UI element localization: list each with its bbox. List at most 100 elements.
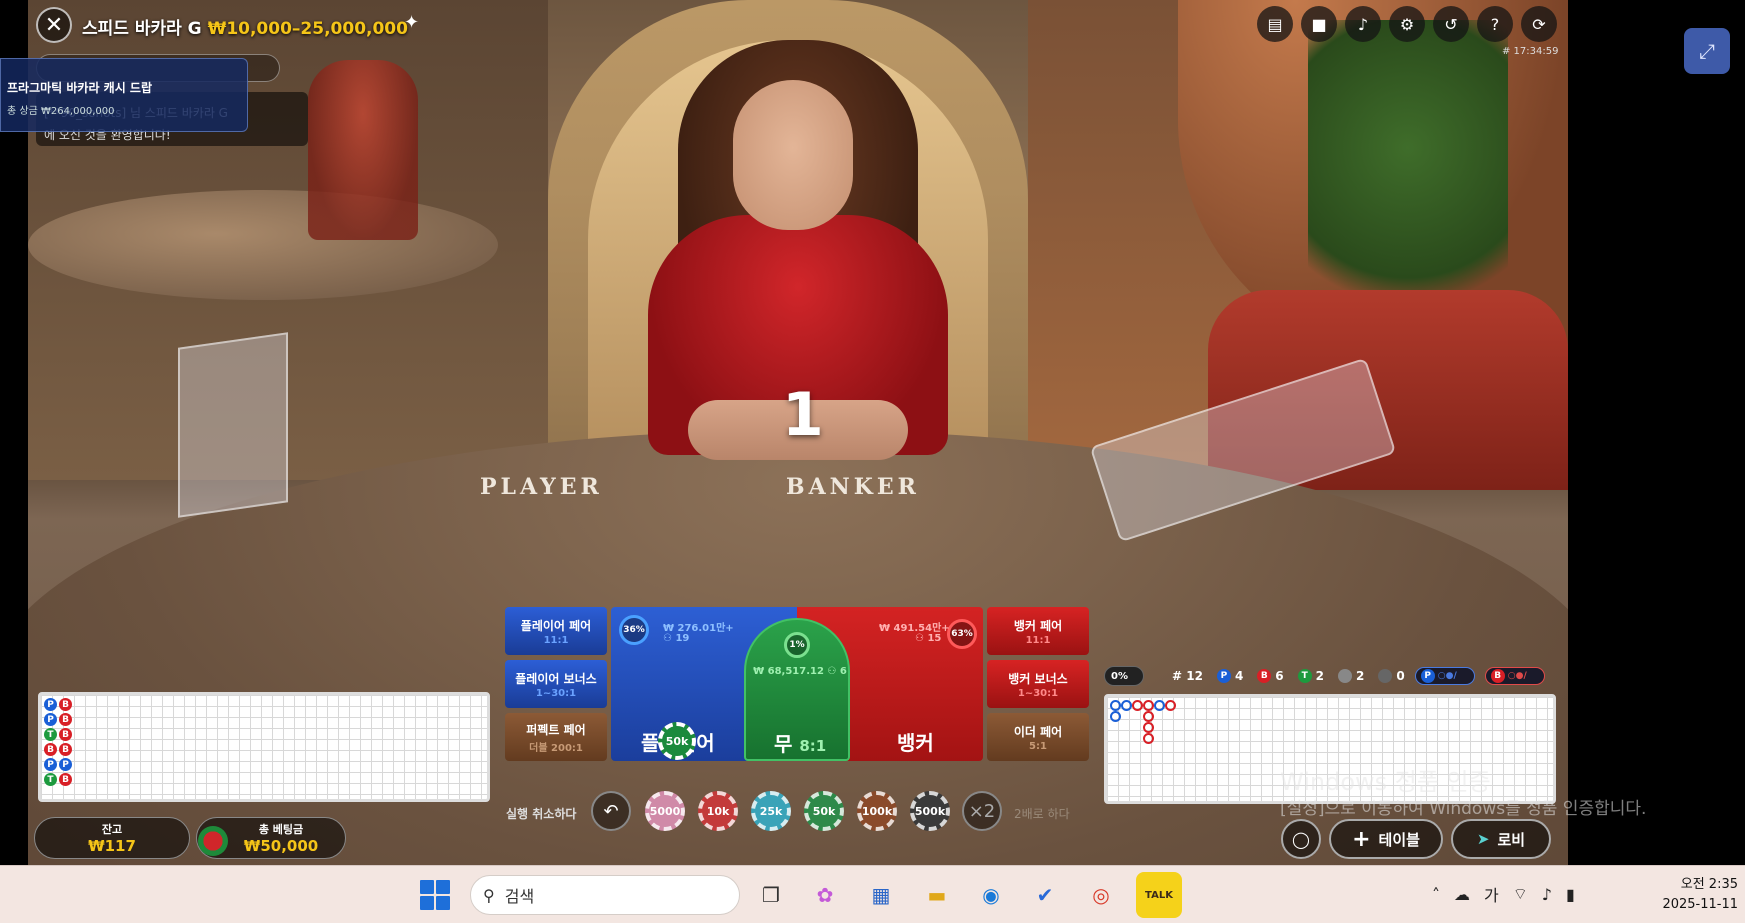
road-marker [1143, 733, 1154, 744]
bead-road-marker: B [59, 698, 72, 711]
fullscreen-button[interactable]: ⤢ [1684, 28, 1730, 74]
player-pair-label: 플레이어 페어 [520, 618, 592, 633]
copilot-icon[interactable]: ✿ [806, 876, 844, 914]
taskbar-search-input[interactable]: ⚲ 검색 [470, 875, 740, 915]
chrome-browser-icon[interactable]: ◎ [1082, 876, 1120, 914]
table-word-player: PLAYER [480, 474, 603, 500]
tray-chevron-icon[interactable]: ˄ [1432, 885, 1440, 904]
chat-icon[interactable]: ▤ [1257, 6, 1293, 42]
chip-25k[interactable]: 25k [751, 791, 791, 831]
close-button[interactable]: ✕ [36, 7, 72, 43]
stat-banker-pair-value: 0 [1396, 669, 1405, 683]
stat-banker: B6 [1257, 669, 1284, 683]
lobby-arrow-icon: ➤ [1476, 830, 1490, 848]
stat-player: P4 [1216, 669, 1243, 683]
chip-10k[interactable]: 10k [698, 791, 738, 831]
promo-subtitle: 총 상금 ₩264,000,000 [7, 106, 115, 117]
onedrive-offline-icon[interactable]: ☁ [1454, 885, 1470, 904]
favorite-star-icon[interactable]: ✦ [404, 12, 419, 33]
taskbar-date: 2025-11-11 [1662, 897, 1738, 912]
windows-activation-subtitle: [설정]으로 이동하여 Windows를 정품 인증합니다. [1280, 799, 1647, 819]
table-limits: ₩10,000–25,000,000 [207, 19, 408, 39]
edge-browser-icon[interactable]: ◉ [972, 876, 1010, 914]
tie-bet[interactable]: 1% ₩ 68,517.12 ⚇ 6 무 8:1 [744, 618, 850, 761]
lobby-button[interactable]: ➤ 로비 [1451, 819, 1551, 859]
wifi-icon[interactable]: ⌔ [1513, 884, 1528, 904]
chip-100k[interactable]: 100k [857, 791, 897, 831]
perfect-pair-bet[interactable]: 퍼펙트 페어 더블 200:1 [505, 713, 607, 761]
chat-toggle-button[interactable]: ◯ [1281, 819, 1321, 859]
cash-drop-promo[interactable]: 프라그마틱 바카라 캐시 드랍 총 상금 ₩264,000,000 [0, 58, 248, 132]
table-word-banker: BANKER [786, 474, 920, 500]
bead-road-marker: P [44, 698, 57, 711]
task-view-icon[interactable]: ❐ [752, 876, 790, 914]
video-camera-icon[interactable]: ■ [1301, 6, 1337, 42]
bead-road[interactable]: PBPBTBBBPPTB [38, 692, 490, 802]
player-bonus-bet[interactable]: 플레이어 보너스 1~30:1 [505, 660, 607, 708]
banker-count-value: 15 [927, 633, 942, 644]
history-icon[interactable]: ↺ [1433, 6, 1469, 42]
bead-road-marker: P [59, 758, 72, 771]
ime-indicator[interactable]: 가 [1484, 882, 1499, 906]
battery-icon[interactable]: ▮ [1566, 885, 1575, 904]
bead-road-marker: T [44, 773, 57, 786]
dealer-face [733, 80, 853, 230]
refresh-icon[interactable]: ⟳ [1521, 6, 1557, 42]
chip-500k[interactable]: 500k [910, 791, 950, 831]
todo-app-icon[interactable]: ✔ [1026, 876, 1064, 914]
speaker-icon[interactable]: ♪ [1542, 885, 1552, 904]
undo-button[interactable]: ↶ [591, 791, 631, 831]
promo-title: 프라그마틱 바카라 캐시 드랍 [7, 81, 153, 95]
predict-markers-icon: ○●∕ [1437, 671, 1457, 681]
predict-markers-icon: ○●∕ [1507, 671, 1527, 681]
chip-5000[interactable]: 5000 [645, 791, 685, 831]
banker-predict-button[interactable]: B ○●∕ [1484, 667, 1545, 685]
table-name: 스피드 바카라 G [82, 19, 202, 39]
player-bonus-label: 플레이어 보너스 [515, 671, 597, 686]
bet-countdown: 1 [782, 380, 824, 450]
placed-chip: 50k [658, 722, 696, 760]
chip-50k[interactable]: 50k [804, 791, 844, 831]
add-table-button[interactable]: + 테이블 [1329, 819, 1443, 859]
banker-dot-icon: B [1257, 669, 1272, 683]
help-icon[interactable]: ? [1477, 6, 1513, 42]
banker-predict-label: B [1490, 669, 1505, 683]
undo-icon: ↶ [603, 800, 619, 822]
chip-stack-icon [198, 826, 228, 856]
road-marker [1110, 700, 1121, 711]
settings-gear-icon[interactable]: ⚙ [1389, 6, 1425, 42]
app-window: PLAYER BANKER 1 ✕ 스피드 바카라 G ₩10,000–25,0… [0, 0, 1745, 923]
double-button[interactable]: ×2 [962, 791, 1002, 831]
tie-percent: 1% [784, 632, 810, 658]
banker-pair-bet[interactable]: 뱅커 페어 11:1 [987, 607, 1089, 655]
windows-start-icon[interactable] [420, 880, 450, 910]
banker-label: 뱅커 [897, 731, 934, 755]
total-bet-value: ₩50,000 [243, 837, 319, 855]
tie-label: 무 8:1 [774, 728, 826, 757]
stat-banker-pair: 0 [1378, 669, 1405, 683]
volume-icon[interactable]: ♪ [1345, 6, 1381, 42]
player-predict-button[interactable]: P ○●∕ [1414, 667, 1475, 685]
either-pair-bet[interactable]: 이더 페어 5:1 [987, 713, 1089, 761]
kakaotalk-icon[interactable]: TALK [1136, 872, 1182, 918]
bead-road-marker: B [59, 713, 72, 726]
banker-percent: 63% [947, 619, 977, 649]
road-marker [1143, 711, 1154, 722]
chat-bubble-icon: ◯ [1292, 829, 1310, 849]
player-predict-label: P [1420, 669, 1435, 683]
search-icon: ⚲ [483, 885, 495, 905]
banker-bonus-bet[interactable]: 뱅커 보너스 1~30:1 [987, 660, 1089, 708]
taskbar-clock[interactable]: 오전 2:35 2025-11-11 [1648, 875, 1738, 915]
player-pair-bet[interactable]: 플레이어 페어 11:1 [505, 607, 607, 655]
stat-tie-value: 2 [1315, 669, 1325, 683]
banker-count: ⚇ 15 [915, 633, 942, 644]
undo-label: 실행 취소하다 [506, 807, 577, 821]
road-marker [1143, 700, 1154, 711]
round-timestamp: # 17:34:59 [1502, 46, 1559, 57]
stat-percent: 0% [1104, 666, 1144, 686]
file-explorer-icon[interactable]: ▬ [918, 876, 956, 914]
banker-bonus-odds: 1~30:1 [1017, 687, 1059, 699]
bead-road-marker: T [44, 728, 57, 741]
player-bonus-odds: 1~30:1 [535, 687, 577, 699]
microsoft-store-icon[interactable]: ▦ [862, 876, 900, 914]
